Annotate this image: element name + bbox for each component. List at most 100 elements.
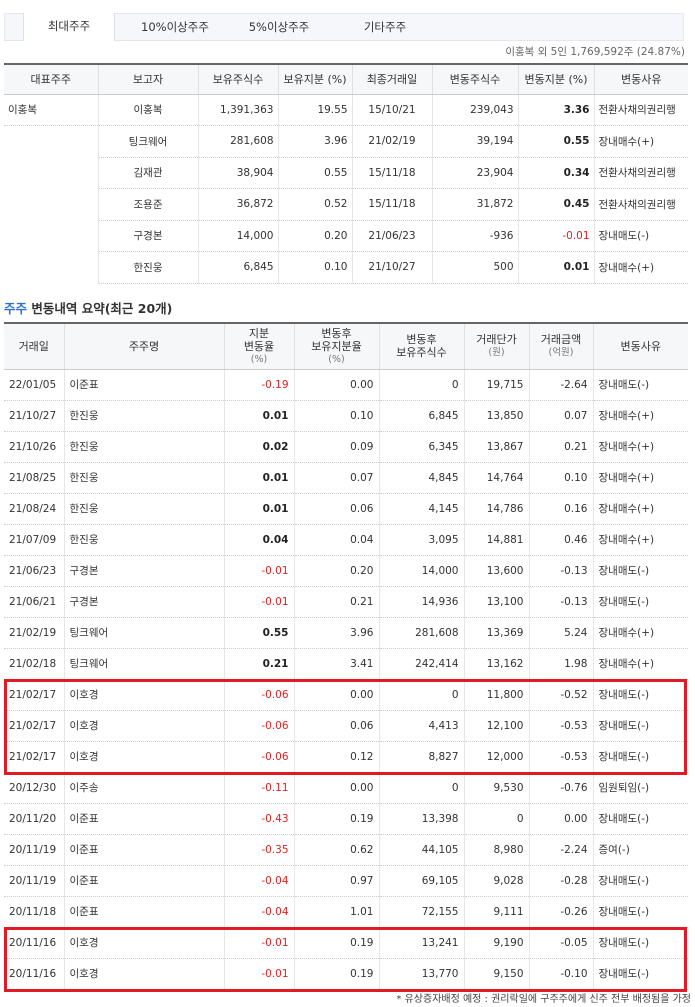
column-header-line: 변동후 <box>406 333 437 347</box>
reason-cell: 장내매도(-) <box>592 927 688 959</box>
column-header-line: 보유주식수 <box>396 346 447 360</box>
change-shares-cell: 500 <box>431 251 518 284</box>
holder-name-cell: 팅크웨어 <box>63 648 224 680</box>
price-cell: 13,850 <box>463 400 529 432</box>
price-cell: 9,111 <box>463 896 529 928</box>
stake-change-cell: -0.01 <box>223 555 294 587</box>
tab-other-shareholder[interactable]: 기타주주 <box>337 14 433 40</box>
stake-change-cell: -0.35 <box>223 834 294 866</box>
stake-change-cell: -0.06 <box>223 710 294 742</box>
price-cell: 13,600 <box>463 555 529 587</box>
price-cell: 0 <box>463 803 529 835</box>
reason-cell: 장내매수(+) <box>593 251 688 284</box>
reporter-cell: 김재관 <box>97 157 198 189</box>
column-header: 변동후 보유주식수 <box>378 323 464 370</box>
change-stake-cell: 0.55 <box>517 125 594 158</box>
date-cell: 21/06/23 <box>4 555 64 587</box>
stake-after-cell: 0.04 <box>293 524 379 556</box>
column-header-line: (억원) <box>548 347 574 359</box>
table-row: 21/02/19 팅크웨어 0.55 3.96 281,608 13,369 5.24 장내매… <box>4 617 688 649</box>
shares-after-cell: 4,145 <box>378 493 464 525</box>
table-row: 21/02/17 이호경 -0.06 0.06 4,413 12,100 -0.53 장내매도… <box>4 710 688 742</box>
table-row: 한진웅 6,845 0.10 21/10/27 500 0.01 장내매수(+) <box>4 251 688 284</box>
stake-after-cell: 1.01 <box>293 896 379 928</box>
holder-name-cell: 이호경 <box>63 927 224 959</box>
holder-name-cell: 이주송 <box>63 772 224 804</box>
table-row: 21/10/27 한진웅 0.01 0.10 6,845 13,850 0.07 장내매수(+… <box>4 400 688 432</box>
shares-after-cell: 242,414 <box>378 648 464 680</box>
stake-after-cell: 0.19 <box>293 803 379 835</box>
date-cell: 20/11/20 <box>4 803 64 835</box>
change-shares-cell: 39,194 <box>431 125 518 158</box>
shares-after-cell: 3,095 <box>378 524 464 556</box>
stake-change-cell: 0.01 <box>223 493 294 525</box>
reason-cell: 장내매수(+) <box>592 524 688 556</box>
tab-largest-shareholder[interactable]: 최대주주 <box>23 13 115 41</box>
price-cell: 13,100 <box>463 586 529 618</box>
last-date-cell: 15/11/18 <box>351 157 432 189</box>
stake-after-cell: 0.21 <box>293 586 379 618</box>
shares-after-cell: 6,345 <box>378 431 464 463</box>
date-cell: 20/12/30 <box>4 772 64 804</box>
column-header-line: (원) <box>488 347 505 359</box>
change-shares-cell: 23,904 <box>431 157 518 189</box>
tab-5pct-shareholder[interactable]: 5%이상주주 <box>231 14 327 40</box>
shares-after-cell: 72,155 <box>378 896 464 928</box>
stake-after-cell: 0.62 <box>293 834 379 866</box>
stake-change-cell: -0.06 <box>223 679 294 711</box>
change-history-table: 거래일 주주명 지분 변동율 (%) 변동후 보유지분율 (%) 변동후 보유주식수 거래단가 (원)… <box>4 322 688 990</box>
date-cell: 21/02/17 <box>4 710 64 742</box>
tab-10pct-shareholder[interactable]: 10%이상주주 <box>125 14 225 40</box>
column-header-line: 주주명 <box>128 339 160 353</box>
representative-cell <box>4 220 98 252</box>
table-header-row: 거래일 주주명 지분 변동율 (%) 변동후 보유지분율 (%) 변동후 보유주식수 거래단가 (원)… <box>4 323 688 370</box>
table-row: 21/08/24 한진웅 0.01 0.06 4,145 14,786 0.16 장내매수(+… <box>4 493 688 525</box>
column-header: 최종거래일 <box>351 64 432 95</box>
history-title-accent: 주주 <box>4 301 28 316</box>
date-cell: 21/08/24 <box>4 493 64 525</box>
table-row: 20/11/18 이준표 -0.04 1.01 72,155 9,111 -0.26 장내매도… <box>4 896 688 928</box>
holder-name-cell: 이준표 <box>63 369 224 401</box>
shares-after-cell: 4,413 <box>378 710 464 742</box>
stake-change-cell: 0.04 <box>223 524 294 556</box>
price-cell: 9,190 <box>463 927 529 959</box>
stake-after-cell: 0.06 <box>293 710 379 742</box>
amount-cell: 0.00 <box>528 803 593 835</box>
change-stake-cell: -0.01 <box>517 220 594 252</box>
stake-change-cell: 0.01 <box>223 462 294 494</box>
table-row: 20/11/20 이준표 -0.43 0.19 13,398 0 0.00 장내매도(-) <box>4 803 688 835</box>
holder-name-cell: 이호경 <box>63 958 224 990</box>
reason-cell: 장내매도(-) <box>592 741 688 773</box>
change-shares-cell: -936 <box>431 220 518 252</box>
change-shares-cell: 31,872 <box>431 188 518 221</box>
table-row: 21/10/26 한진웅 0.02 0.09 6,345 13,867 0.21 장내매수(+… <box>4 431 688 463</box>
stake-change-cell: -0.06 <box>223 741 294 773</box>
column-header: 보유지분 (%) <box>277 64 352 95</box>
amount-cell: -0.28 <box>528 865 593 897</box>
stake-change-cell: -0.01 <box>223 958 294 990</box>
column-header: 보고자 <box>97 64 198 95</box>
reason-cell: 증여(-) <box>592 834 688 866</box>
date-cell: 21/06/21 <box>4 586 64 618</box>
table-row: 김재관 38,904 0.55 15/11/18 23,904 0.34 전환사채의권리행 <box>4 157 688 189</box>
amount-cell: -0.76 <box>528 772 593 804</box>
table-row: 21/06/23 구경본 -0.01 0.20 14,000 13,600 -0.13 장내매… <box>4 555 688 587</box>
stake-after-cell: 0.07 <box>293 462 379 494</box>
shares-after-cell: 44,105 <box>378 834 464 866</box>
date-cell: 21/02/17 <box>4 679 64 711</box>
change-shares-cell: 239,043 <box>431 94 518 126</box>
reason-cell: 장내매수(+) <box>592 431 688 463</box>
holder-name-cell: 한진웅 <box>63 524 224 556</box>
table-row: 이홍복 이홍복 1,391,363 19.55 15/10/21 239,043 3.36 전… <box>4 94 688 126</box>
stake-after-cell: 0.10 <box>293 400 379 432</box>
table-row: 21/06/21 구경본 -0.01 0.21 14,936 13,100 -0.13 장내매… <box>4 586 688 618</box>
holder-name-cell: 한진웅 <box>63 493 224 525</box>
shares-after-cell: 0 <box>378 772 464 804</box>
column-header: 변동사유 <box>592 323 688 370</box>
amount-cell: -0.10 <box>528 958 593 990</box>
reason-cell: 장내매도(-) <box>592 679 688 711</box>
date-cell: 20/11/16 <box>4 958 64 990</box>
shares-cell: 1,391,363 <box>197 94 278 126</box>
table-row: 구경본 14,000 0.20 21/06/23 -936 -0.01 장내매도(-) <box>4 220 688 252</box>
amount-cell: -2.64 <box>528 369 593 401</box>
